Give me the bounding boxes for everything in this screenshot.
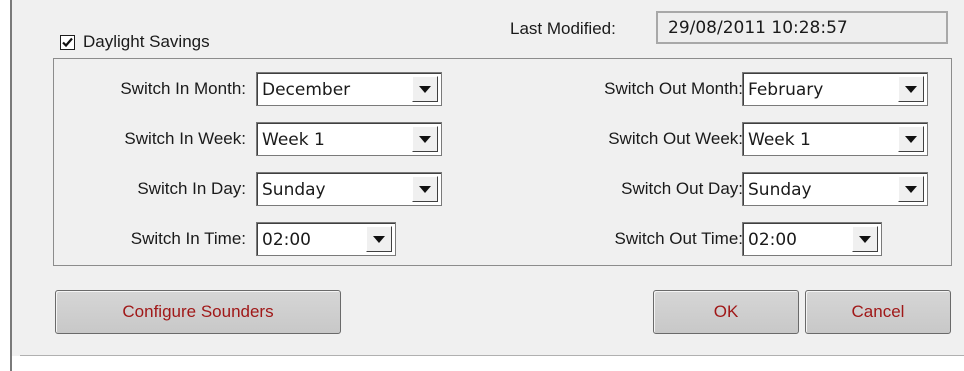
switch-out-time-value: 02:00 (748, 230, 797, 250)
switch-out-time-select[interactable]: 02:00 (742, 222, 882, 256)
last-modified-field: 29/08/2011 10:28:57 (656, 11, 948, 44)
switch-in-month-label: Switch In Month: (120, 79, 246, 98)
configure-sounders-button[interactable]: Configure Sounders (55, 290, 341, 334)
cancel-button[interactable]: Cancel (805, 290, 951, 334)
switch-out-week-value: Week 1 (748, 130, 811, 150)
switch-out-time-label: Switch Out Time: (614, 229, 743, 248)
last-modified-label: Last Modified: (510, 19, 616, 38)
chevron-down-icon (419, 85, 431, 93)
switch-out-week-dropdown-button[interactable] (898, 126, 924, 152)
chevron-down-icon (905, 135, 917, 143)
dialog-window: Daylight Savings Last Modified: 29/08/20… (10, 0, 964, 371)
switch-in-month-select[interactable]: December (256, 72, 442, 106)
switch-in-week-label: Switch In Week: (124, 129, 246, 148)
ok-button[interactable]: OK (653, 290, 799, 334)
switch-in-day-value: Sunday (262, 180, 326, 200)
switch-out-day-value: Sunday (748, 180, 812, 200)
switch-in-month-dropdown-button[interactable] (412, 76, 438, 102)
switch-in-day-label: Switch In Day: (137, 179, 246, 198)
switch-in-week-dropdown-button[interactable] (412, 126, 438, 152)
chevron-down-icon (905, 185, 917, 193)
chevron-down-icon (419, 185, 431, 193)
switch-out-week-label: Switch Out Week: (608, 129, 743, 148)
checkmark-icon (62, 37, 73, 47)
chevron-down-icon (419, 135, 431, 143)
chevron-down-icon (859, 235, 871, 243)
switch-in-time-select[interactable]: 02:00 (256, 222, 396, 256)
switch-out-month-label: Switch Out Month: (604, 79, 743, 98)
switch-out-month-select[interactable]: February (742, 72, 928, 106)
switch-in-time-dropdown-button[interactable] (366, 226, 392, 252)
daylight-savings-label: Daylight Savings (83, 32, 210, 51)
daylight-savings-checkbox[interactable] (60, 34, 75, 50)
window-bottom-edge (12, 356, 964, 371)
daylight-savings-dialog: Daylight Savings Last Modified: 29/08/20… (20, 0, 964, 356)
switch-in-day-dropdown-button[interactable] (412, 176, 438, 202)
switch-out-day-label: Switch Out Day: (621, 179, 743, 198)
switch-out-month-value: February (748, 80, 824, 100)
switch-out-week-select[interactable]: Week 1 (742, 122, 928, 156)
chevron-down-icon (905, 85, 917, 93)
switch-in-month-value: December (262, 80, 351, 100)
switch-out-day-select[interactable]: Sunday (742, 172, 928, 206)
switch-in-time-value: 02:00 (262, 230, 311, 250)
switch-in-day-select[interactable]: Sunday (256, 172, 442, 206)
daylight-savings-checkbox-row[interactable]: Daylight Savings (60, 31, 210, 53)
switch-in-week-select[interactable]: Week 1 (256, 122, 442, 156)
chevron-down-icon (373, 235, 385, 243)
switch-out-month-dropdown-button[interactable] (898, 76, 924, 102)
switch-in-time-label: Switch In Time: (130, 229, 246, 248)
switch-out-time-dropdown-button[interactable] (852, 226, 878, 252)
switch-in-week-value: Week 1 (262, 130, 325, 150)
switch-out-day-dropdown-button[interactable] (898, 176, 924, 202)
